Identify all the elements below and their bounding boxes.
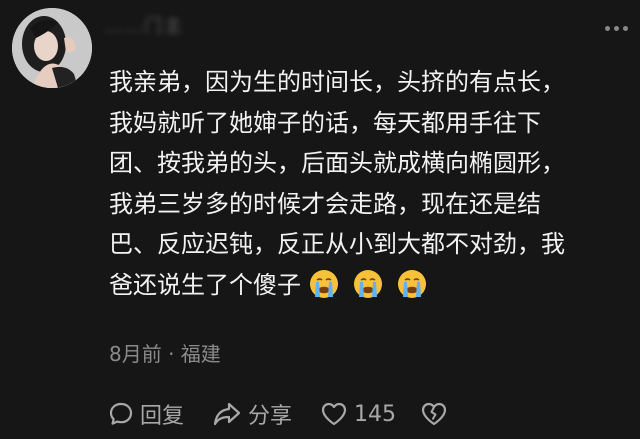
heart-outline-icon xyxy=(321,402,347,426)
share-label: 分享 xyxy=(248,404,293,429)
avatar-photo xyxy=(12,8,92,88)
comment-line: 我妈就听了她婶子的话，每天都用手往下 xyxy=(109,108,541,137)
comment-line: 团、按我弟的头，后面头就成横向椭圆形， xyxy=(109,149,565,178)
avatar[interactable] xyxy=(12,8,92,88)
comment-line: 爸还说生了个傻子 xyxy=(109,270,301,299)
reply-button[interactable]: 回复 xyxy=(108,398,184,430)
chat-bubble-icon xyxy=(109,402,133,425)
comment-line: 我弟三岁多的时候才会走路，现在还是结 xyxy=(109,189,541,218)
comment-line: 巴、反应迟钝，反正从小到大都不对劲，我 xyxy=(109,230,565,259)
like-button[interactable]: 145 xyxy=(320,401,396,427)
action-bar: 回复 分享 145 xyxy=(108,398,448,430)
reply-label: 回复 xyxy=(140,404,185,429)
comment-line: 我亲弟，因为生的时间长，头挤的有点长， xyxy=(109,68,565,96)
dislike-button[interactable] xyxy=(420,401,448,427)
share-arrow-icon xyxy=(213,402,241,426)
share-button[interactable]: 分享 xyxy=(212,398,292,430)
loudly-crying-face-icon xyxy=(354,269,382,298)
like-count: 145 xyxy=(354,401,397,427)
username[interactable]: ……门主 xyxy=(104,12,184,38)
more-dots-icon[interactable] xyxy=(605,26,628,31)
comment-text: 我亲弟，因为生的时间长，头挤的有点长， 我妈就听了她婶子的话，每天都用手往下 团、按… xyxy=(109,62,614,306)
loudly-crying-face-icon xyxy=(398,269,426,298)
broken-heart-icon xyxy=(421,402,447,426)
comment-meta: 8月前 · 福建 xyxy=(109,342,221,366)
loudly-crying-face-icon xyxy=(310,269,338,298)
comment-card: ……门主 我亲弟，因为生的时间长，头挤的有点长， 我妈就听了她婶子的话，每天都用手… xyxy=(0,0,640,439)
